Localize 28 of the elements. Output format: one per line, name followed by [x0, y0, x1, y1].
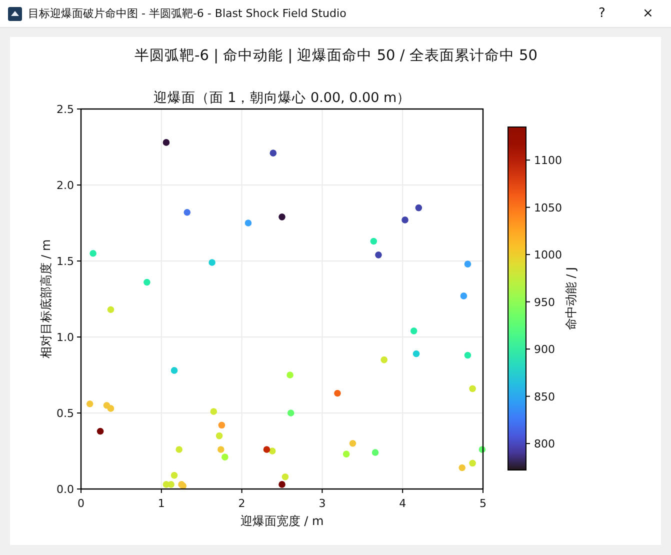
x-axis-label: 迎爆面宽度 / m — [240, 514, 324, 528]
colorbar-tick-label: 1050 — [534, 201, 562, 214]
colorbar-tick-label: 800 — [534, 438, 555, 451]
figure-title: 半圆弧靶-6 | 命中动能 | 迎爆面命中 50 / 全表面累计命中 50 — [134, 48, 538, 64]
window-title: 目标迎爆面破片命中图 - 半圆弧靶-6 - Blast Shock Field Studio — [28, 6, 348, 21]
y-axis-label: 相对目标底部高度 / m — [39, 239, 53, 359]
x-tick-label: 4 — [399, 497, 406, 510]
y-tick-label: 2.5 — [56, 103, 74, 116]
y-tick-label: 1.5 — [56, 255, 74, 268]
y-tick-label: 2.0 — [56, 179, 74, 192]
y-tick-label: 0.5 — [56, 407, 74, 420]
x-tick-label: 1 — [158, 497, 165, 510]
app-icon — [8, 6, 22, 20]
colorbar-tick-label: 950 — [534, 296, 555, 309]
close-button[interactable]: × — [625, 0, 671, 27]
help-button[interactable]: ? — [579, 0, 625, 27]
x-tick-label: 0 — [78, 497, 84, 510]
chart-title: 迎爆面（面 1，朝向爆心 0.00, 0.00 m） — [153, 90, 411, 106]
colorbar-tick-label: 900 — [534, 343, 555, 356]
colorbar-tick-label: 1100 — [534, 154, 562, 168]
x-tick-label: 5 — [480, 497, 486, 510]
x-tick-label: 3 — [318, 497, 326, 510]
x-tick-label: 2 — [238, 497, 246, 510]
colorbar-tick-label: 850 — [534, 390, 555, 404]
y-tick-label: 1.0 — [56, 331, 74, 344]
colorbar-tick-label: 1000 — [534, 248, 562, 262]
colorbar-label: 命中动能 / J — [564, 266, 578, 330]
y-tick-label: 0.0 — [56, 483, 74, 496]
